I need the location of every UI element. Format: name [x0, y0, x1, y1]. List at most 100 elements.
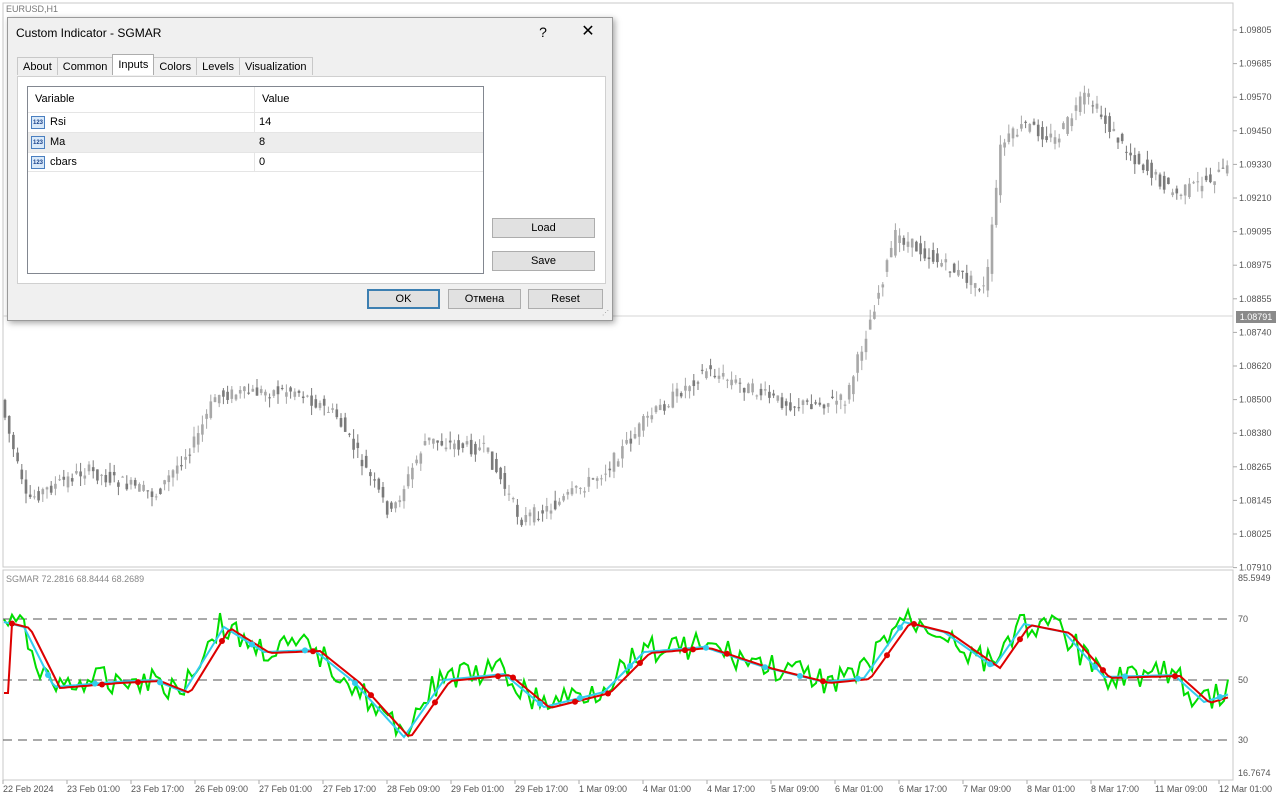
candle-body	[864, 338, 868, 353]
input-row-ma[interactable]: 123 Ma 8	[28, 132, 483, 152]
candle-body	[461, 443, 465, 448]
candle-body	[196, 433, 200, 445]
candle-body	[915, 241, 918, 252]
price-axis-label: 1.09330	[1239, 159, 1272, 169]
variable-value[interactable]: 8	[259, 133, 265, 152]
candle-body	[524, 514, 528, 523]
save-button[interactable]: Save	[492, 251, 595, 271]
candle-body	[751, 383, 754, 393]
indicator-signal-dot	[1122, 673, 1128, 680]
candle-body	[952, 263, 956, 273]
tab-about[interactable]: About	[17, 57, 58, 75]
time-axis-label: 4 Mar 01:00	[643, 784, 691, 794]
candle-body	[1171, 192, 1174, 196]
candle-body	[91, 467, 95, 472]
candle-body	[595, 478, 599, 481]
close-button[interactable]: ✕	[576, 22, 600, 42]
tab-inputs[interactable]: Inputs	[112, 54, 155, 75]
candle-body	[520, 519, 523, 526]
reset-button[interactable]: Reset	[528, 289, 603, 309]
ok-button[interactable]: OK	[367, 289, 440, 309]
integer-type-icon: 123	[31, 136, 45, 149]
candle-body	[54, 483, 57, 489]
candle-body	[167, 475, 171, 483]
column-header-variable[interactable]: Variable	[28, 87, 254, 112]
candle-body	[658, 404, 662, 411]
candle-body	[713, 375, 717, 378]
column-header-value[interactable]: Value	[255, 87, 483, 112]
candle-body	[448, 440, 452, 443]
indicator-label: SGMAR 72.2816 68.8444 68.2689	[6, 574, 145, 584]
indicator-signal-dot	[1092, 663, 1098, 670]
candle-body	[188, 454, 192, 456]
indicator-signal-dot	[637, 660, 643, 666]
candle-body	[16, 452, 19, 462]
tab-levels[interactable]: Levels	[196, 57, 240, 75]
candle-body	[339, 418, 343, 427]
cancel-button[interactable]: Отмена	[448, 289, 521, 309]
candle-body	[986, 266, 990, 291]
candle-body	[1217, 169, 1221, 172]
tab-visualization[interactable]: Visualization	[238, 57, 313, 75]
candle-body	[625, 439, 628, 444]
variable-value[interactable]: 0	[259, 153, 265, 172]
candle-body	[814, 402, 817, 404]
help-button[interactable]: ?	[533, 22, 553, 42]
candle-body	[671, 391, 675, 408]
candle-body	[348, 433, 351, 435]
candle-body	[923, 248, 927, 259]
indicator-signal-dot	[987, 661, 993, 668]
price-axis-label: 1.08740	[1239, 327, 1272, 337]
candle-body	[297, 390, 301, 393]
candle-body	[209, 401, 213, 418]
candle-body	[541, 510, 544, 514]
load-button[interactable]: Load	[492, 218, 595, 238]
indicator-signal-dot	[1017, 636, 1023, 643]
candle-body	[1116, 137, 1120, 143]
candle-body	[784, 401, 788, 406]
time-axis-label: 11 Mar 09:00	[1155, 784, 1207, 794]
input-row-cbars[interactable]: 123 cbars 0	[28, 152, 483, 172]
candle-body	[663, 404, 666, 411]
variable-name: cbars	[50, 156, 77, 168]
candle-body	[776, 395, 780, 401]
candle-body	[238, 389, 242, 394]
indicator-signal-dot	[157, 679, 163, 686]
candle-body	[87, 464, 91, 472]
candle-body	[780, 397, 784, 408]
candle-body	[852, 376, 855, 395]
candle-body	[797, 407, 801, 409]
candle-body	[1209, 174, 1212, 183]
candle-body	[856, 354, 859, 373]
candle-body	[1183, 184, 1187, 196]
candle-body	[1167, 177, 1170, 185]
candle-body	[251, 388, 255, 392]
candle-body	[948, 271, 952, 273]
indicator-signal-dot	[99, 681, 105, 688]
candle-body	[894, 229, 897, 256]
candle-body	[20, 469, 24, 480]
candle-body	[906, 241, 910, 247]
candle-body	[1104, 115, 1107, 124]
tab-colors[interactable]: Colors	[153, 57, 198, 75]
indicator-axis-label: 16.7674	[1238, 768, 1271, 778]
dialog-title: Custom Indicator - SGMAR	[16, 26, 162, 40]
candle-body	[730, 379, 733, 386]
tab-common[interactable]: Common	[56, 57, 114, 75]
candle-body	[1120, 133, 1124, 142]
candle-body	[759, 388, 763, 396]
candle-body	[465, 441, 469, 445]
candle-body	[457, 440, 460, 450]
candle-body	[789, 402, 792, 411]
candle-body	[558, 501, 561, 505]
candle-body	[70, 478, 74, 482]
input-row-rsi[interactable]: 123 Rsi 14	[28, 112, 483, 132]
variable-value[interactable]: 14	[259, 113, 271, 132]
resize-grip-icon[interactable]: ⋰	[602, 310, 610, 318]
indicator-signal-dot	[820, 678, 826, 685]
time-axis-label: 26 Feb 09:00	[195, 784, 248, 794]
candle-body	[100, 474, 103, 476]
price-axis-label: 1.08855	[1239, 294, 1272, 304]
candle-body	[331, 408, 334, 410]
candle-body	[755, 395, 759, 397]
